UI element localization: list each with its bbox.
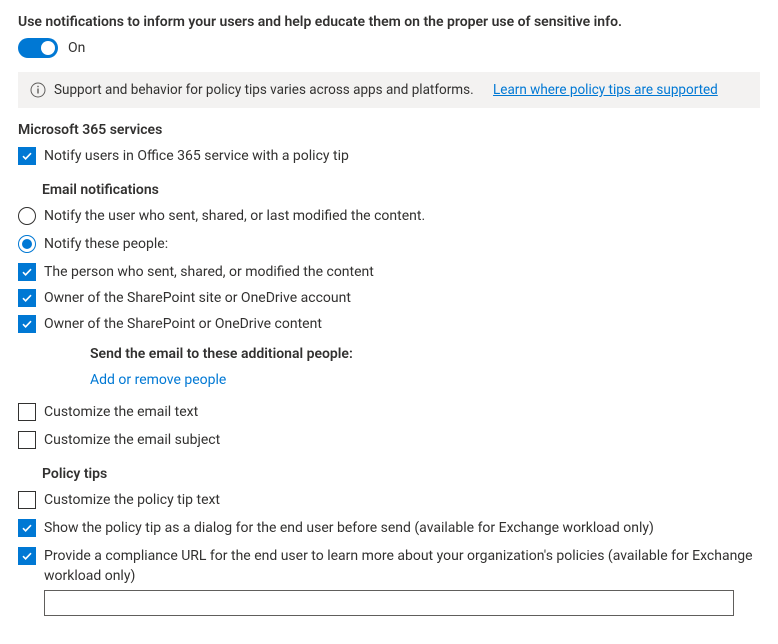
radio-notify-people[interactable] [18,235,36,253]
checkmark-icon [21,292,33,304]
info-bar-link[interactable]: Learn where policy tips are supported [493,82,718,98]
checkbox-site-owner[interactable] [18,289,36,307]
checkbox-content-owner[interactable] [18,315,36,333]
radio-notify-people-label: Notify these people: [44,234,168,254]
add-remove-people-link[interactable]: Add or remove people [90,372,226,388]
checkbox-custom-email-subject[interactable] [18,431,36,449]
checkbox-person-sent[interactable] [18,263,36,281]
toggle-knob-icon [41,41,55,55]
radio-notify-sender[interactable] [18,207,36,225]
checkbox-compliance-url-label: Provide a compliance URL for the end use… [44,548,753,584]
checkmark-icon [21,550,33,562]
info-bar: Support and behavior for policy tips var… [18,72,760,108]
compliance-url-input[interactable] [44,590,734,616]
checkmark-icon [21,266,33,278]
checkbox-custom-email-text-label: Customize the email text [44,402,198,422]
checkbox-custom-tip-text-label: Customize the policy tip text [44,490,220,510]
checkmark-icon [21,318,33,330]
checkbox-content-owner-label: Owner of the SharePoint or OneDrive cont… [44,314,322,334]
info-icon [30,82,46,98]
info-bar-text: Support and behavior for policy tips var… [54,82,474,98]
checkmark-icon [21,522,33,534]
radio-notify-sender-label: Notify the user who sent, shared, or las… [44,206,425,226]
checkmark-icon [21,150,33,162]
checkbox-custom-email-subject-label: Customize the email subject [44,430,220,450]
policy-tips-heading: Policy tips [42,466,760,482]
toggle-label: On [68,40,85,56]
additional-people-heading: Send the email to these additional peopl… [90,346,760,362]
notify-users-checkbox[interactable] [18,147,36,165]
checkbox-person-sent-label: The person who sent, shared, or modified… [44,262,374,282]
checkbox-tip-dialog-label: Show the policy tip as a dialog for the … [44,518,654,538]
notifications-toggle[interactable] [18,38,58,58]
checkbox-tip-dialog[interactable] [18,519,36,537]
services-heading: Microsoft 365 services [18,122,760,138]
checkbox-compliance-url[interactable] [18,547,36,565]
page-description: Use notifications to inform your users a… [18,14,760,30]
email-notifications-heading: Email notifications [42,182,760,198]
checkbox-custom-tip-text[interactable] [18,491,36,509]
checkbox-custom-email-text[interactable] [18,403,36,421]
checkbox-site-owner-label: Owner of the SharePoint site or OneDrive… [44,288,351,308]
notify-users-label: Notify users in Office 365 service with … [44,146,349,166]
